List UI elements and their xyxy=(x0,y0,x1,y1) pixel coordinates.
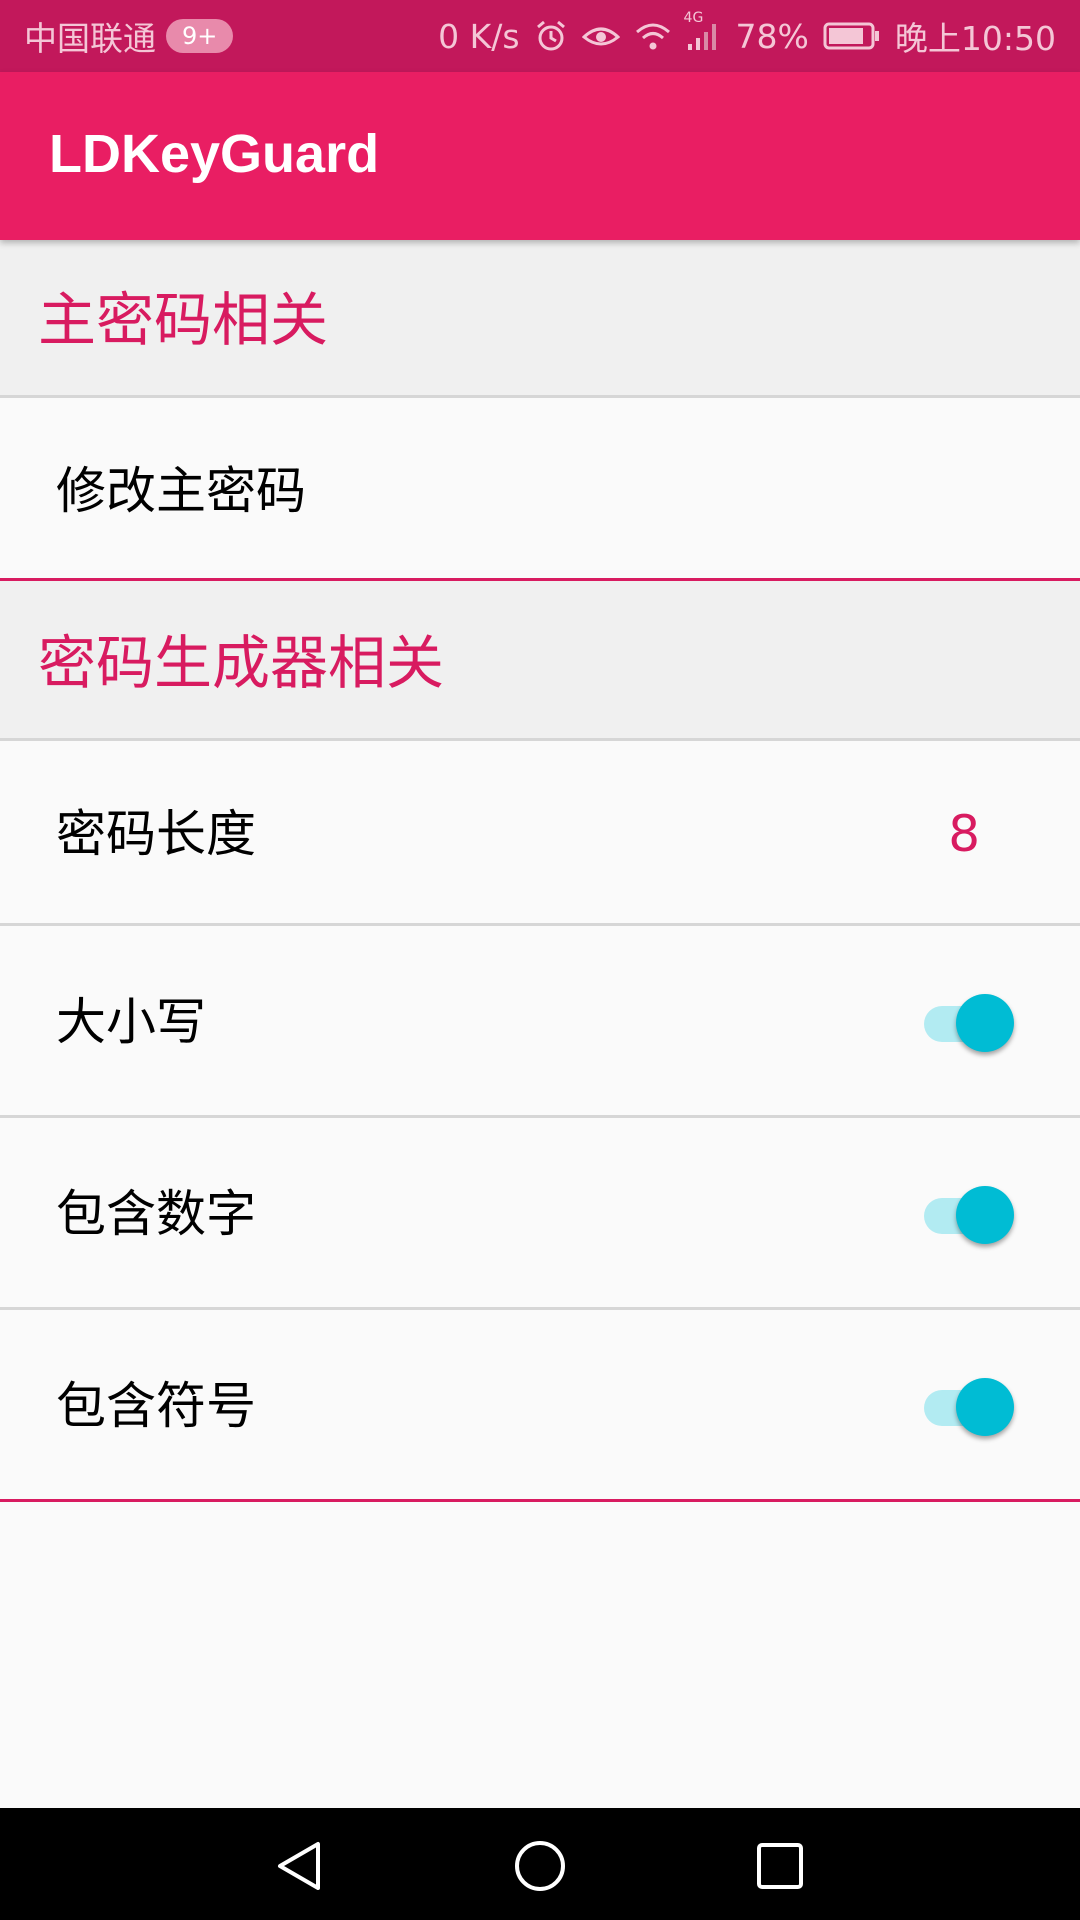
back-icon[interactable] xyxy=(272,1838,328,1894)
alarm-icon xyxy=(534,19,568,53)
notification-badge: 9+ xyxy=(166,19,234,53)
pref-label: 修改主密码 xyxy=(56,462,306,520)
category-header-master-password: 主密码相关 xyxy=(0,240,1080,398)
home-icon[interactable] xyxy=(512,1838,568,1894)
clock: 晚上10:50 xyxy=(894,19,1056,58)
pref-label: 大小写 xyxy=(56,993,206,1051)
category-title: 主密码相关 xyxy=(38,286,329,354)
switch-thumb xyxy=(956,994,1014,1052)
switch-thumb xyxy=(956,1186,1014,1244)
category-title: 密码生成器相关 xyxy=(38,629,445,697)
category-header-password-generator: 密码生成器相关 xyxy=(0,581,1080,741)
toggle-switch-numbers[interactable] xyxy=(920,1180,1016,1244)
pref-label: 密码长度 xyxy=(56,805,256,863)
navigation-bar xyxy=(0,1808,1080,1920)
app-title: LDKeyGuard xyxy=(49,124,380,184)
app-bar: LDKeyGuard xyxy=(0,72,1080,240)
battery-icon xyxy=(823,21,881,51)
recents-icon[interactable] xyxy=(752,1838,808,1894)
pref-value: 8 xyxy=(948,805,980,863)
signal-icon: 4G xyxy=(684,10,722,52)
pref-include-symbols[interactable]: 包含符号 xyxy=(0,1310,1080,1502)
network-type-label: 4G xyxy=(683,10,704,26)
toggle-switch-symbols[interactable] xyxy=(920,1372,1016,1436)
pref-password-length[interactable]: 密码长度 8 xyxy=(0,741,1080,926)
pref-include-numbers[interactable]: 包含数字 xyxy=(0,1118,1080,1310)
status-bar: 中国联通 9+ 0 K/s 4G 78% 晚上10:50 xyxy=(0,0,1080,72)
eye-icon xyxy=(581,21,620,51)
pref-case-sensitive[interactable]: 大小写 xyxy=(0,926,1080,1118)
toggle-switch-case[interactable] xyxy=(920,988,1016,1052)
pref-label: 包含符号 xyxy=(56,1377,256,1435)
wifi-icon xyxy=(634,20,672,52)
battery-percent: 78% xyxy=(735,16,809,56)
carrier-name: 中国联通 xyxy=(24,19,156,58)
switch-thumb xyxy=(956,1378,1014,1436)
pref-change-master-password[interactable]: 修改主密码 xyxy=(0,398,1080,581)
pref-label: 包含数字 xyxy=(56,1185,256,1243)
net-speed: 0 K/s xyxy=(438,16,520,56)
